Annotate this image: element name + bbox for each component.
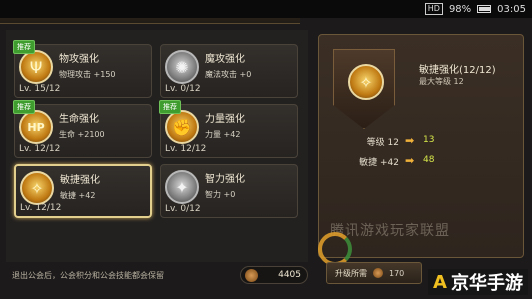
level-current: 等级 12 — [366, 138, 399, 148]
skill-level: Lv. 12/12 — [19, 144, 61, 154]
detail-max-level: 最大等级 12 — [419, 77, 464, 86]
skill-card-health[interactable]: 推荐 HP 生命强化 生命 +2100 Lv. 12/12 — [13, 100, 152, 158]
agility-icon: ✧ — [348, 64, 384, 100]
watermark-logo-icon — [318, 232, 352, 266]
agility-next: 48 — [423, 155, 435, 165]
agility-icon: ✧ — [20, 171, 54, 205]
intellect-icon: ✦ — [165, 170, 199, 204]
coin-icon — [373, 268, 383, 278]
battery-icon — [477, 5, 492, 13]
skill-level: Lv. 12/12 — [165, 144, 207, 154]
site-logo: A 京华手游 — [428, 269, 528, 295]
skill-title: 生命强化 — [59, 114, 99, 125]
upgrade-button[interactable]: 升级所需 170 — [326, 262, 422, 284]
level-next: 13 — [423, 135, 435, 145]
skill-stat: 生命 +2100 — [59, 130, 105, 139]
hd-indicator: HD — [424, 3, 443, 15]
skill-title: 敏捷强化 — [60, 175, 100, 186]
arrow-right-icon: ➡ — [405, 134, 415, 147]
watermark-text: 腾讯游戏玩家联盟 — [330, 223, 450, 239]
skill-stat: 力量 +42 — [205, 130, 241, 139]
skill-stat: 物理攻击 +150 — [59, 70, 116, 79]
skill-level: Lv. 0/12 — [165, 204, 201, 214]
skill-level: Lv. 0/12 — [165, 84, 201, 94]
recommended-badge: 推荐 — [13, 100, 35, 114]
skill-stat: 敏捷 +42 — [60, 191, 96, 200]
detail-title: 敏捷强化(12/12) — [419, 65, 496, 76]
guild-points-value: 4405 — [278, 270, 301, 280]
clock: 03:05 — [497, 3, 526, 15]
skill-card-strength[interactable]: 推荐 ✊ 力量强化 力量 +42 Lv. 12/12 — [159, 100, 298, 158]
status-bar: HD 98% 03:05 — [0, 0, 532, 18]
skill-emblem: ✧ — [333, 49, 395, 129]
swirl-icon: ✺ — [165, 50, 199, 84]
guild-points: 4405 — [240, 266, 308, 284]
site-logo-mark: A — [433, 271, 447, 293]
skill-title: 智力强化 — [205, 174, 245, 185]
battery-percent: 98% — [448, 3, 472, 15]
skill-card-agility[interactable]: ✧ 敏捷强化 敏捷 +42 Lv. 12/12 — [14, 164, 152, 218]
agility-row: 敏捷 +42 ➡ 48 — [319, 155, 525, 169]
recommended-badge: 推荐 — [13, 40, 35, 54]
agility-current: 敏捷 +42 — [359, 158, 399, 168]
upgrade-label: 升级所需 — [335, 268, 367, 278]
skill-stat: 智力 +0 — [205, 190, 236, 199]
recommended-badge: 推荐 — [159, 100, 181, 114]
skill-card-intellect[interactable]: ✦ 智力强化 智力 +0 Lv. 0/12 — [160, 164, 298, 218]
arrow-right-icon: ➡ — [405, 154, 415, 167]
skill-level: Lv. 15/12 — [19, 84, 61, 94]
site-logo-text: 京华手游 — [450, 273, 523, 294]
guild-coin-icon — [245, 269, 258, 282]
skill-card-physical-attack[interactable]: 推荐 Ψ 物攻强化 物理攻击 +150 Lv. 15/12 — [13, 40, 152, 98]
hp-icon: HP — [19, 110, 53, 144]
upgrade-cost: 170 — [389, 268, 405, 278]
skill-title: 魔攻强化 — [205, 54, 245, 65]
strength-icon: ✊ — [165, 110, 199, 144]
skill-stat: 魔法攻击 +0 — [205, 70, 252, 79]
skill-title: 力量强化 — [205, 114, 245, 125]
skill-card-magic-attack[interactable]: ✺ 魔攻强化 魔法攻击 +0 Lv. 0/12 — [160, 44, 298, 98]
skill-title: 物攻强化 — [59, 54, 99, 65]
level-row: 等级 12 ➡ 13 — [319, 135, 525, 149]
trident-icon: Ψ — [19, 50, 53, 84]
skill-level: Lv. 12/12 — [20, 203, 62, 213]
guild-leave-note: 退出公会后，公会积分和公会技能都会保留 — [12, 271, 164, 280]
